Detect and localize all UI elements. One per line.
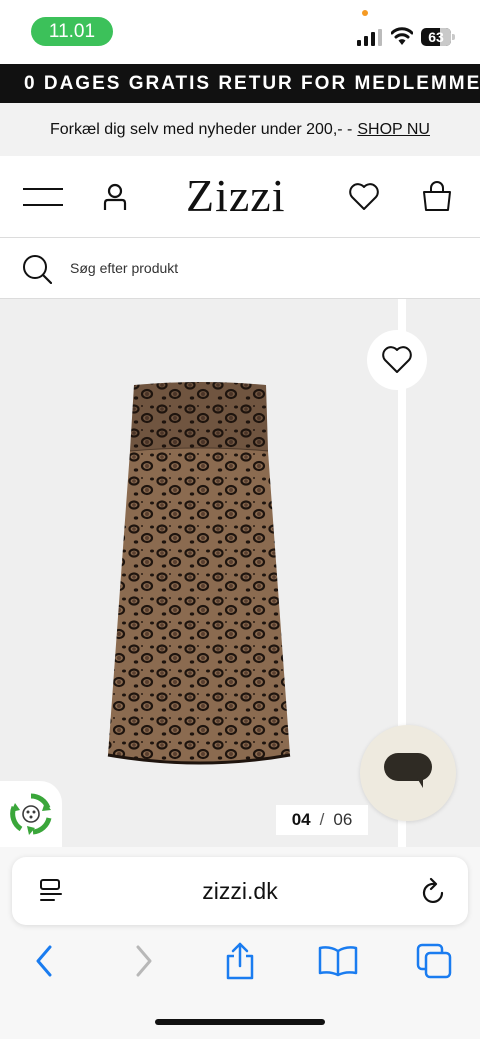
search-bar[interactable] bbox=[0, 238, 480, 299]
shop-now-link[interactable]: SHOP NU bbox=[357, 121, 430, 139]
signal-icon bbox=[357, 29, 382, 46]
shopping-bag-icon[interactable] bbox=[421, 180, 453, 212]
product-image-gallery[interactable]: 04 / 06 bbox=[0, 299, 480, 847]
back-button[interactable] bbox=[24, 939, 64, 983]
chat-bubble-icon bbox=[384, 753, 432, 788]
battery-level: 63 bbox=[428, 29, 444, 45]
browser-toolbar: zizzi.dk bbox=[0, 847, 480, 1039]
battery-icon: 63 bbox=[421, 28, 455, 46]
sub-banner: Forkæl dig selv med nyheder under 200,- … bbox=[0, 103, 480, 156]
search-icon[interactable] bbox=[22, 254, 52, 284]
status-bar: 11.01 63 bbox=[0, 0, 480, 64]
reload-icon[interactable] bbox=[421, 877, 447, 905]
url-text[interactable]: zizzi.dk bbox=[12, 857, 468, 925]
tabs-list-icon[interactable] bbox=[38, 878, 64, 904]
user-icon[interactable] bbox=[103, 183, 127, 211]
total-image-number: 06 bbox=[333, 810, 353, 829]
back-icon bbox=[36, 945, 52, 977]
wifi-icon bbox=[391, 27, 413, 45]
site-header: Zizzi bbox=[0, 156, 480, 238]
home-indicator[interactable] bbox=[155, 1019, 325, 1025]
search-input[interactable] bbox=[70, 256, 450, 280]
promo-text: 0 DAGES GRATIS RETUR FOR MEDLEMMER bbox=[24, 73, 480, 94]
chat-button[interactable] bbox=[360, 725, 456, 821]
promo-bar[interactable]: 0 DAGES GRATIS RETUR FOR MEDLEMMER bbox=[0, 64, 480, 103]
heart-icon bbox=[382, 346, 412, 373]
sub-banner-text: Forkæl dig selv med nyheder under 200,- … bbox=[50, 120, 353, 138]
browser-nav-row bbox=[0, 939, 480, 989]
recycle-badge[interactable] bbox=[0, 781, 62, 847]
privacy-indicator-dot bbox=[362, 10, 368, 16]
forward-button[interactable] bbox=[124, 939, 164, 983]
hamburger-menu-icon[interactable] bbox=[23, 188, 63, 206]
current-image-number: 04 bbox=[291, 810, 311, 829]
wishlist-button[interactable] bbox=[367, 330, 427, 390]
product-image-leopard-skirt bbox=[107, 382, 291, 765]
share-icon bbox=[226, 942, 254, 980]
status-time: 11.01 bbox=[31, 17, 113, 46]
heart-icon[interactable] bbox=[348, 183, 380, 211]
address-bar[interactable]: zizzi.dk bbox=[12, 857, 468, 925]
image-page-counter: 04 / 06 bbox=[276, 805, 368, 835]
tabs-icon bbox=[416, 943, 452, 979]
forward-icon bbox=[136, 945, 152, 977]
counter-separator: / bbox=[319, 810, 325, 829]
share-button[interactable] bbox=[220, 939, 260, 983]
bookmarks-icon bbox=[318, 946, 358, 977]
recycle-badge-icon bbox=[10, 793, 52, 835]
tabs-button[interactable] bbox=[414, 939, 454, 983]
site-logo[interactable]: Zizzi bbox=[186, 170, 286, 222]
bookmarks-button[interactable] bbox=[316, 939, 360, 983]
